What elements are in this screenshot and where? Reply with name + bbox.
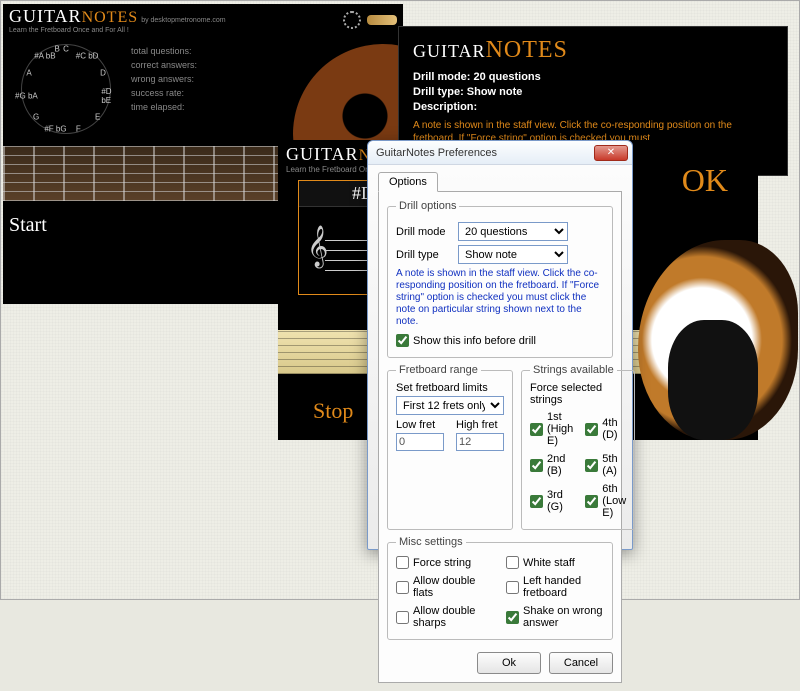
electric-guitar <box>618 200 798 460</box>
tagline: Learn the Fretboard Once and For All ! <box>9 27 226 34</box>
drill-mode-label: Drill mode <box>396 226 452 238</box>
show-info-label: Show this info before drill <box>413 335 536 347</box>
white-staff-label: White staff <box>523 557 575 569</box>
stat-total: total questions: <box>131 44 197 58</box>
double-flats-label: Allow double flats <box>413 575 494 599</box>
guitar-icon <box>367 15 397 25</box>
dialog-titlebar[interactable]: GuitarNotes Preferences ✕ <box>368 141 632 165</box>
string-4-checkbox[interactable] <box>585 423 598 436</box>
white-staff-checkbox[interactable] <box>506 556 519 569</box>
note-g[interactable]: G <box>33 113 39 122</box>
ok-button[interactable]: Ok <box>477 652 541 674</box>
tab-pane: Drill options Drill mode 20 questions Dr… <box>378 191 622 683</box>
shake-checkbox[interactable] <box>506 611 519 624</box>
brand-suffix: NOTES <box>486 37 568 63</box>
byline: by desktopmetronome.com <box>141 17 225 24</box>
left-handed-checkbox[interactable] <box>506 581 519 594</box>
stop-button[interactable]: Stop <box>313 398 353 424</box>
note-f[interactable]: F <box>76 125 81 134</box>
note-cs[interactable]: #C bD <box>76 51 99 60</box>
tab-options[interactable]: Options <box>378 172 438 192</box>
string-2-label: 2nd (B) <box>547 453 573 477</box>
start-button[interactable]: Start <box>9 214 47 237</box>
low-fret-label: Low fret <box>396 419 444 431</box>
stat-correct: correct answers: <box>131 58 197 72</box>
fretboard-range-group: Fretboard range Set fretboard limits Fir… <box>387 364 513 530</box>
drill-mode-line: Drill mode: 20 questions <box>413 70 773 85</box>
string-5-label: 5th (A) <box>602 453 626 477</box>
gear-icon[interactable] <box>343 11 361 29</box>
force-string-checkbox[interactable] <box>396 556 409 569</box>
strings-sub: Force selected strings <box>530 382 626 406</box>
misc-legend: Misc settings <box>396 536 466 548</box>
brand-suffix: NOTES <box>82 9 139 26</box>
close-button[interactable]: ✕ <box>594 145 628 161</box>
strings-group: Strings available Force selected strings… <box>521 364 635 530</box>
string-3-label: 3rd (G) <box>547 489 573 513</box>
ok-indicator: OK <box>682 162 728 199</box>
stat-wrong: wrong answers: <box>131 72 197 86</box>
note-fs[interactable]: #F bG <box>44 125 66 134</box>
strings-legend: Strings available <box>530 364 617 376</box>
string-6-checkbox[interactable] <box>585 495 598 508</box>
brand-prefix: GUITAR <box>413 41 486 61</box>
note-gs[interactable]: #G bA <box>15 92 38 101</box>
close-icon: ✕ <box>607 147 615 158</box>
preferences-dialog: GuitarNotes Preferences ✕ Options Drill … <box>367 140 633 550</box>
brand-prefix: GUITAR <box>286 144 359 164</box>
drill-type-line: Drill type: Show note <box>413 85 773 100</box>
note-e[interactable]: E <box>95 113 100 122</box>
left-handed-label: Left handed fretboard <box>523 575 604 599</box>
note-b[interactable]: B <box>55 45 60 54</box>
double-sharps-checkbox[interactable] <box>396 611 409 624</box>
note-d[interactable]: D <box>100 69 106 78</box>
cancel-button[interactable]: Cancel <box>549 652 613 674</box>
range-legend: Fretboard range <box>396 364 481 376</box>
limits-label: Set fretboard limits <box>396 382 504 394</box>
shake-label: Shake on wrong answer <box>523 605 604 629</box>
string-1-label: 1st (High E) <box>547 411 573 447</box>
stats-panel: total questions: correct answers: wrong … <box>131 44 197 134</box>
high-fret-input[interactable] <box>456 433 504 451</box>
drill-mode-select[interactable]: 20 questions <box>458 222 568 241</box>
note-a[interactable]: A <box>26 69 31 78</box>
note-c[interactable]: C <box>63 45 69 54</box>
stat-rate: success rate: <box>131 86 197 100</box>
string-3-checkbox[interactable] <box>530 495 543 508</box>
stat-time: time elapsed: <box>131 100 197 114</box>
string-5-checkbox[interactable] <box>585 459 598 472</box>
double-sharps-label: Allow double sharps <box>413 605 494 629</box>
double-flats-checkbox[interactable] <box>396 581 409 594</box>
string-1-checkbox[interactable] <box>530 423 543 436</box>
drill-options-group: Drill options Drill mode 20 questions Dr… <box>387 200 613 358</box>
force-string-label: Force string <box>413 557 471 569</box>
high-fret-label: High fret <box>456 419 504 431</box>
drill-hint: A note is shown in the staff view. Click… <box>396 268 604 328</box>
app-header: GUITARNOTES by desktopmetronome.com Lear… <box>3 4 403 36</box>
misc-group: Misc settings Force string White staff A… <box>387 536 613 640</box>
fret-limits-select[interactable]: First 12 frets only <box>396 396 504 415</box>
drill-type-select[interactable]: Show note <box>458 245 568 264</box>
description-label: Description: <box>413 100 773 115</box>
drill-legend: Drill options <box>396 200 459 212</box>
show-info-checkbox[interactable] <box>396 334 409 347</box>
string-4-label: 4th (D) <box>602 417 626 441</box>
string-6-label: 6th (Low E) <box>602 483 626 519</box>
brand-prefix: GUITAR <box>9 6 82 26</box>
low-fret-input[interactable] <box>396 433 444 451</box>
note-ds[interactable]: #D bE <box>101 87 111 105</box>
dialog-title: GuitarNotes Preferences <box>376 147 497 159</box>
note-circle[interactable]: C #C bD D #D bE E F #F bG G #G bA A #A b… <box>21 44 111 134</box>
string-2-checkbox[interactable] <box>530 459 543 472</box>
note-as[interactable]: #A bB <box>34 51 55 60</box>
drill-type-label: Drill type <box>396 249 452 261</box>
